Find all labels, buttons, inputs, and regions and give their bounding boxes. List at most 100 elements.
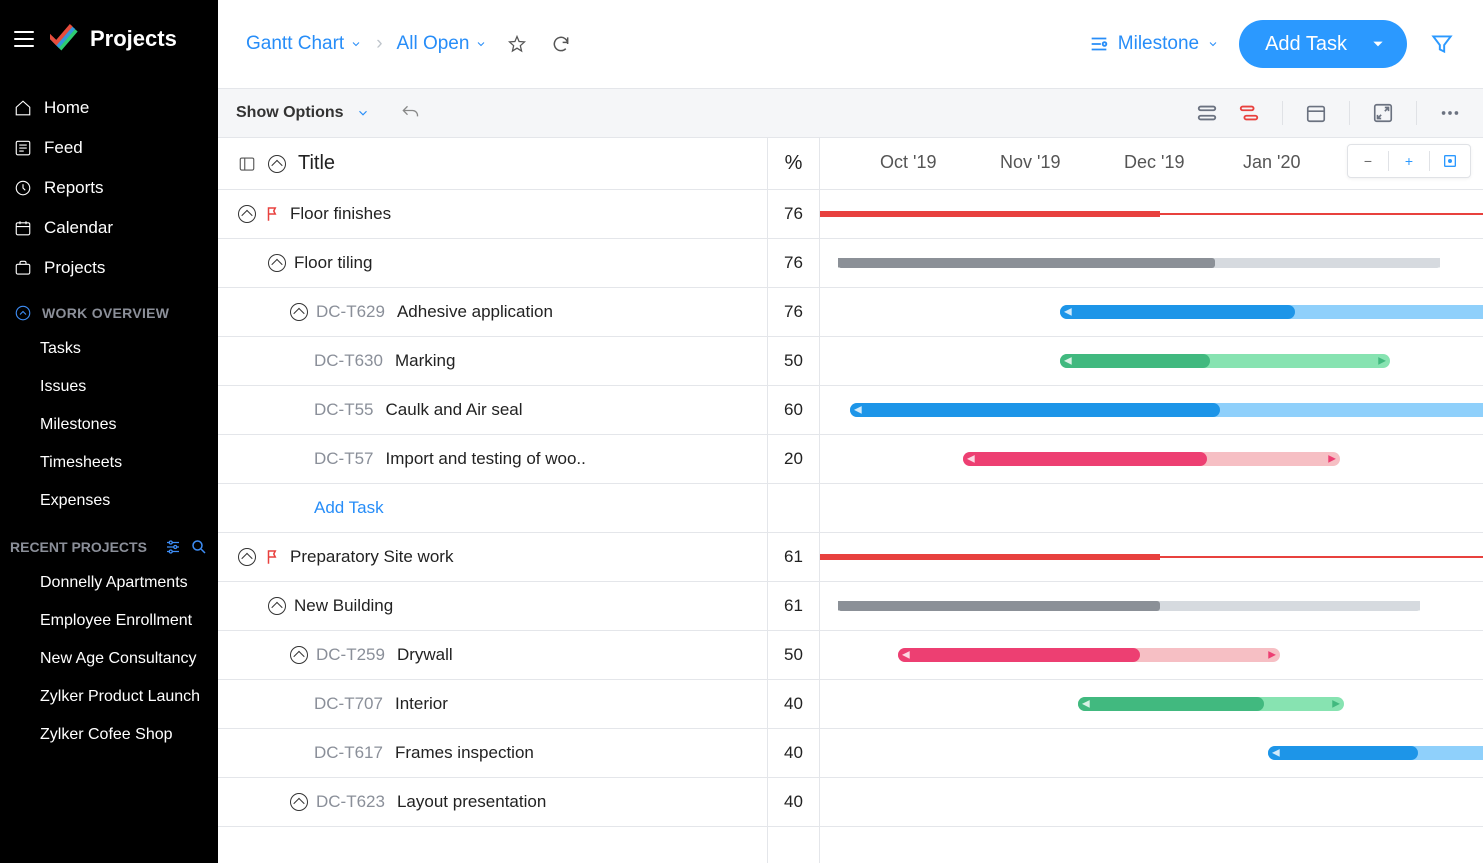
task-row[interactable]: Floor tiling: [218, 239, 767, 288]
pct-label: %: [785, 152, 803, 175]
filter-icon[interactable]: [1429, 31, 1455, 57]
toggle-icon[interactable]: [268, 597, 286, 615]
task-row[interactable]: DC-T629Adhesive application: [218, 288, 767, 337]
zoom-in-button[interactable]: +: [1389, 144, 1429, 178]
task-name: Drywall: [397, 645, 453, 665]
sub-tasks[interactable]: Tasks: [0, 330, 218, 368]
task-row[interactable]: DC-T259Drywall: [218, 631, 767, 680]
toggle-icon[interactable]: [268, 254, 286, 272]
nav-primary: Home Feed Reports Calendar Projects: [0, 80, 218, 288]
summary-bar[interactable]: [820, 213, 1483, 215]
task-row[interactable]: DC-T55Caulk and Air seal: [218, 386, 767, 435]
reports-icon: [14, 179, 32, 197]
hamburger-icon[interactable]: [14, 31, 34, 47]
task-row[interactable]: New Building: [218, 582, 767, 631]
recent-title: RECENT PROJECTS: [10, 539, 147, 555]
nav-label: Home: [44, 98, 89, 118]
recent-item[interactable]: Donnelly Apartments: [0, 564, 218, 602]
task-id: DC-T57: [314, 449, 374, 469]
projects-icon: [14, 259, 32, 277]
recent-item[interactable]: New Age Consultancy: [0, 640, 218, 678]
flag-icon: [264, 548, 282, 566]
summary-bar[interactable]: [820, 556, 1483, 558]
task-bar[interactable]: ◀▶: [850, 403, 1483, 417]
work-overview-header[interactable]: WORK OVERVIEW: [0, 288, 218, 330]
task-bar[interactable]: ◀▶: [898, 648, 1280, 662]
columns-icon[interactable]: [238, 155, 256, 173]
toggle-icon[interactable]: [238, 205, 256, 223]
task-row[interactable]: DC-T617Frames inspection: [218, 729, 767, 778]
filter-label: All Open: [397, 33, 470, 55]
caret-down-icon[interactable]: [356, 106, 370, 120]
task-bar[interactable]: ◀▶: [1060, 354, 1390, 368]
zoom-fit-button[interactable]: [1430, 144, 1470, 178]
zoom-out-button[interactable]: −: [1348, 144, 1388, 178]
star-icon[interactable]: [507, 34, 527, 54]
task-row[interactable]: Preparatory Site work: [218, 533, 767, 582]
recent-item[interactable]: Zylker Cofee Shop: [0, 716, 218, 754]
toggle-icon[interactable]: [238, 548, 256, 566]
timeline-row: [820, 239, 1483, 288]
recent-item[interactable]: Zylker Product Launch: [0, 678, 218, 716]
task-bar[interactable]: ◀▶: [1060, 305, 1483, 319]
pct-cell: [768, 484, 819, 533]
nav-calendar[interactable]: Calendar: [0, 208, 218, 248]
pct-cell: 50: [768, 337, 819, 386]
sub-milestones[interactable]: Milestones: [0, 406, 218, 444]
pct-cell: 40: [768, 729, 819, 778]
sub-label: Issues: [40, 378, 86, 395]
task-bar[interactable]: ◀▶: [1268, 746, 1483, 760]
search-icon[interactable]: [190, 538, 208, 556]
month-label: Nov '19: [1000, 152, 1060, 173]
timeline-row: ◀▶: [820, 386, 1483, 435]
group-bar[interactable]: [838, 258, 1440, 268]
refresh-icon[interactable]: [551, 34, 571, 54]
feed-icon: [14, 139, 32, 157]
view-selector[interactable]: Gantt Chart: [246, 33, 362, 55]
expand-icon[interactable]: [1368, 98, 1398, 128]
view-mode-1-icon[interactable]: [1192, 98, 1222, 128]
breadcrumb: Gantt Chart › All Open: [246, 33, 571, 55]
task-name: Frames inspection: [395, 743, 534, 763]
task-row[interactable]: Floor finishes: [218, 190, 767, 239]
calendar-icon[interactable]: [1301, 98, 1331, 128]
toggle-icon[interactable]: [290, 646, 308, 664]
filter-selector[interactable]: All Open: [397, 33, 488, 55]
add-task-button[interactable]: Add Task: [1239, 20, 1407, 68]
task-row[interactable]: DC-T707Interior: [218, 680, 767, 729]
sub-timesheets[interactable]: Timesheets: [0, 444, 218, 482]
title-header: Title: [298, 152, 335, 175]
task-name: Layout presentation: [397, 792, 546, 812]
month-label: Oct '19: [880, 152, 936, 173]
flag-icon: [264, 205, 282, 223]
task-bar[interactable]: ◀▶: [963, 452, 1340, 466]
settings-icon[interactable]: [164, 538, 182, 556]
undo-icon[interactable]: [400, 103, 420, 123]
task-column: Title Floor finishesFloor tilingDC-T629A…: [218, 138, 768, 863]
sub-expenses[interactable]: Expenses: [0, 482, 218, 520]
collapse-all-icon[interactable]: [268, 155, 286, 173]
nav-projects[interactable]: Projects: [0, 248, 218, 288]
view-mode-2-icon[interactable]: [1234, 98, 1264, 128]
toggle-icon[interactable]: [290, 303, 308, 321]
add-task-row[interactable]: Add Task: [218, 484, 767, 533]
sub-issues[interactable]: Issues: [0, 368, 218, 406]
nav-reports[interactable]: Reports: [0, 168, 218, 208]
milestone-selector[interactable]: Milestone: [1088, 33, 1219, 55]
group-bar[interactable]: [838, 601, 1420, 611]
nav-feed[interactable]: Feed: [0, 128, 218, 168]
more-icon[interactable]: [1435, 98, 1465, 128]
show-options-label[interactable]: Show Options: [236, 104, 344, 122]
nav-label: Reports: [44, 178, 104, 198]
task-bar[interactable]: ◀▶: [1078, 697, 1344, 711]
recent-item[interactable]: Employee Enrollment: [0, 602, 218, 640]
task-row[interactable]: DC-T57Import and testing of woo..: [218, 435, 767, 484]
home-icon: [14, 99, 32, 117]
pct-cell: 40: [768, 680, 819, 729]
task-row[interactable]: DC-T630Marking: [218, 337, 767, 386]
toggle-icon[interactable]: [290, 793, 308, 811]
nav-home[interactable]: Home: [0, 88, 218, 128]
task-row[interactable]: DC-T623Layout presentation: [218, 778, 767, 827]
timeline-row: [820, 582, 1483, 631]
gantt-area: Title Floor finishesFloor tilingDC-T629A…: [218, 138, 1483, 863]
